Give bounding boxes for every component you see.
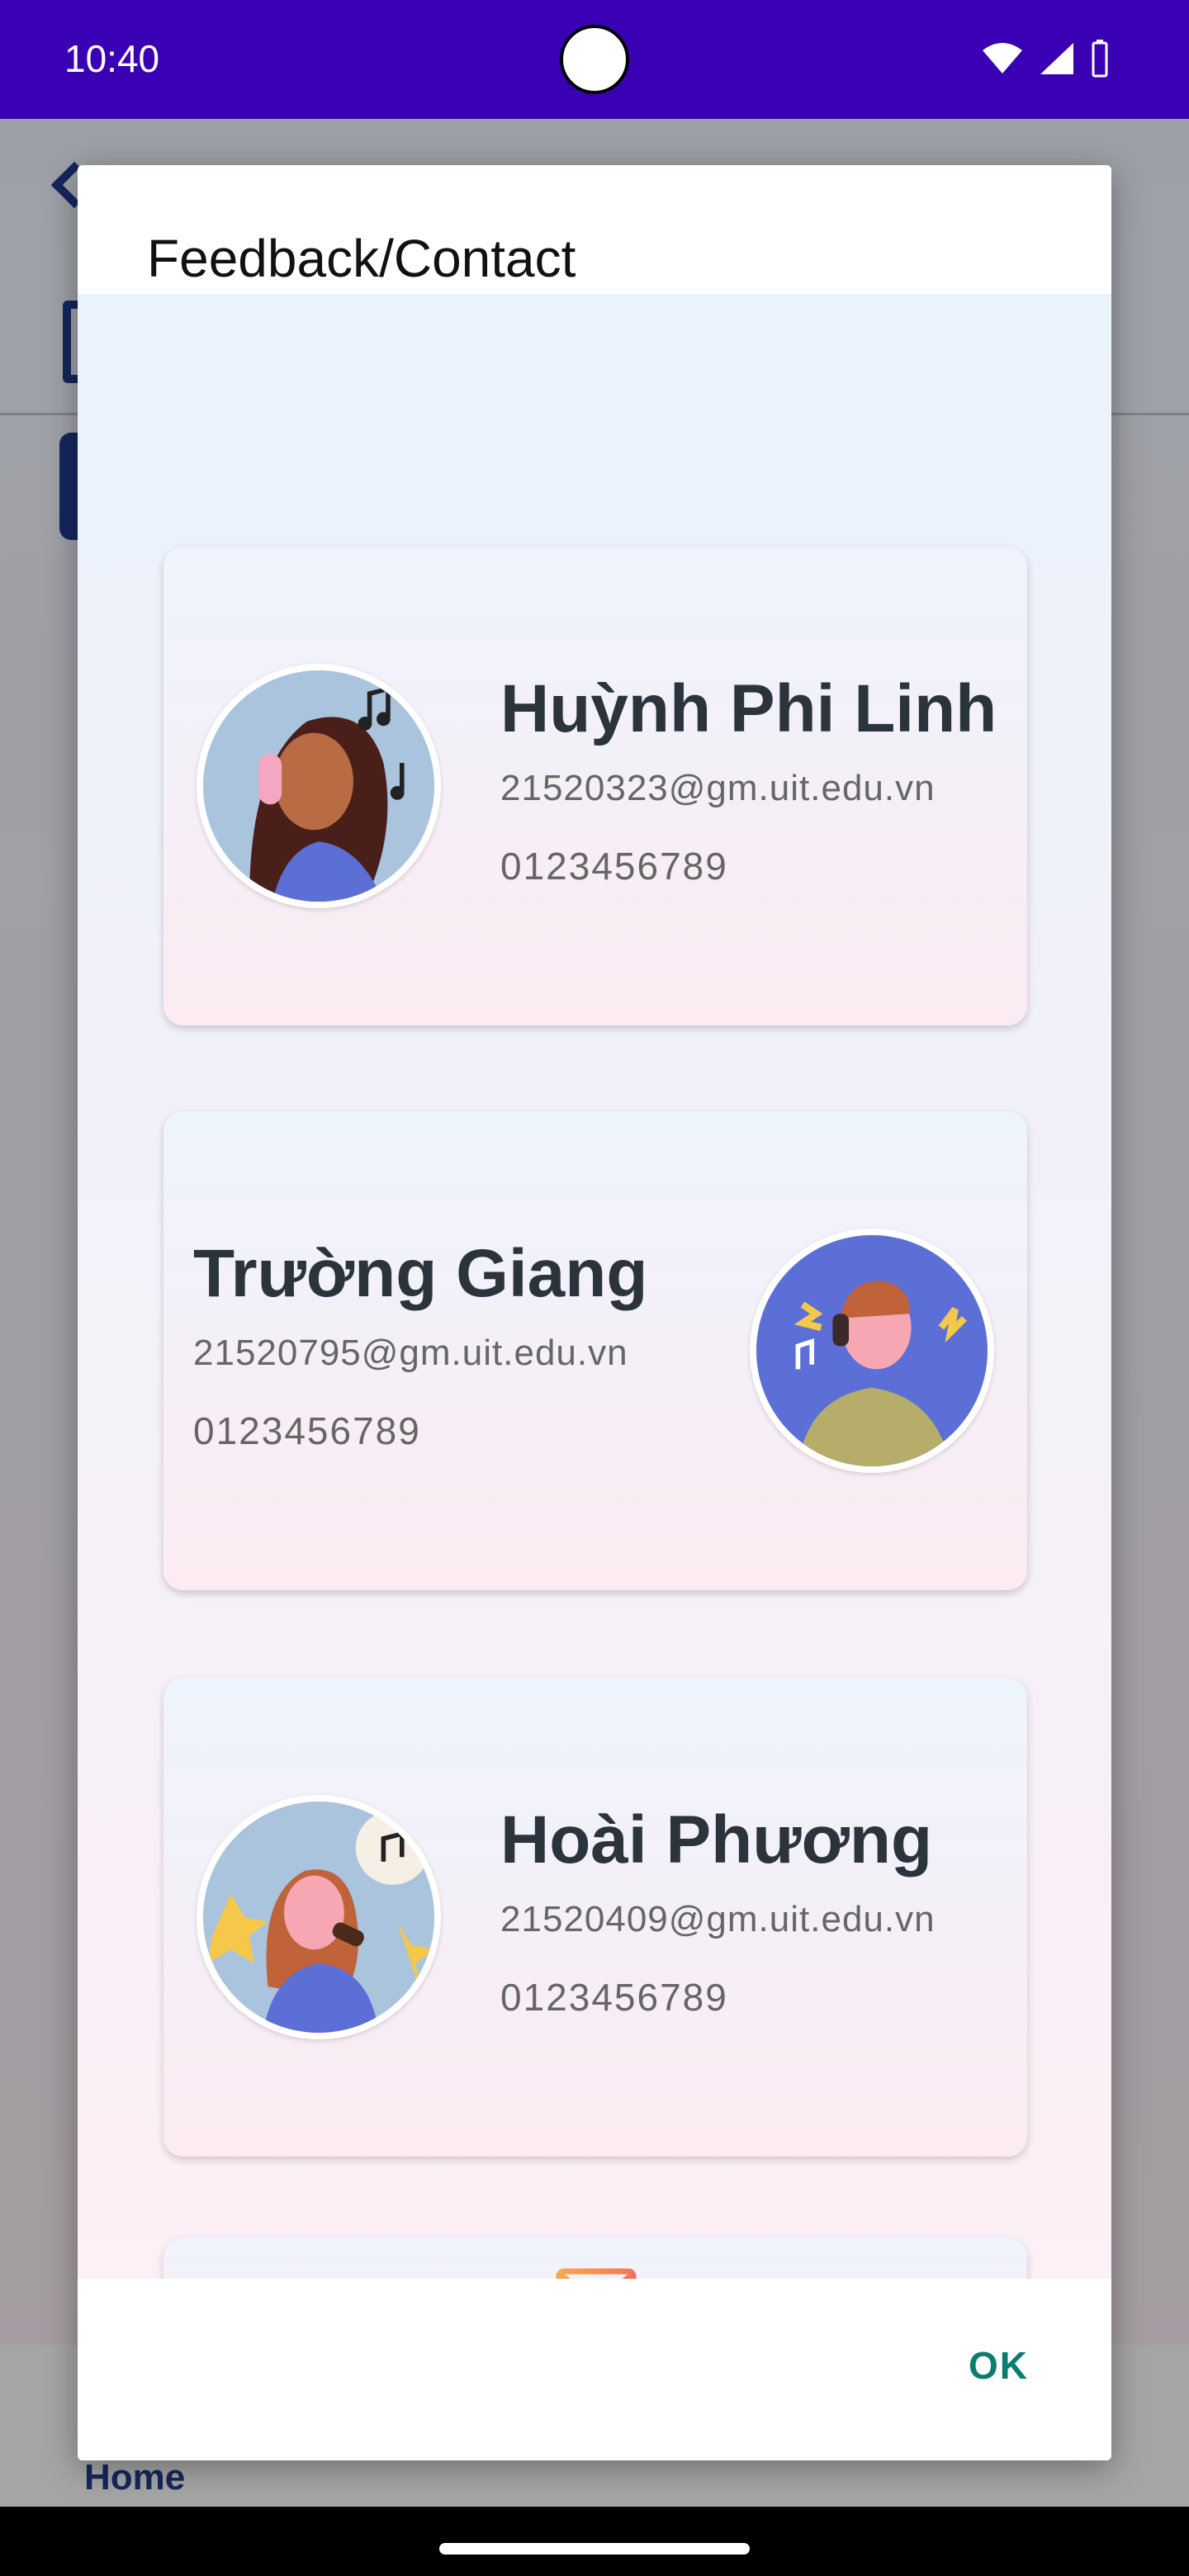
woman-singing-avatar — [197, 1795, 441, 2039]
system-navigation-bar — [0, 2507, 1189, 2576]
man-headphones-avatar — [750, 1229, 994, 1473]
wifi-icon — [983, 43, 1022, 73]
battery-icon — [1092, 40, 1108, 78]
contact-phone[interactable]: 0123456789 — [500, 1975, 936, 2020]
contact-phone[interactable]: 0123456789 — [500, 844, 997, 888]
contact-name: Trường Giang — [193, 1236, 648, 1311]
signal-icon — [1040, 43, 1073, 74]
contact-email[interactable]: 21520323@gm.uit.edu.vn — [500, 768, 997, 809]
dialog-title: Feedback/Contact — [147, 229, 576, 288]
contact-card: Huỳnh Phi Linh 21520323@gm.uit.edu.vn 01… — [163, 547, 1027, 1025]
contact-card: Hoài Phương 21520409@gm.uit.edu.vn 01234… — [163, 1678, 1027, 2157]
status-bar: 10:40 — [0, 0, 1189, 119]
contact-email[interactable]: 21520795@gm.uit.edu.vn — [193, 1333, 647, 1374]
status-icons — [981, 38, 1110, 79]
contact-card: Trường Giang 21520795@gm.uit.edu.vn 0123… — [163, 1111, 1027, 1590]
contact-info: Hoài Phương 21520409@gm.uit.edu.vn 01234… — [500, 1802, 936, 2020]
contact-name: Huỳnh Phi Linh — [500, 671, 997, 746]
camera-cutout — [560, 25, 629, 94]
status-time: 10:40 — [64, 37, 160, 80]
contact-info: Trường Giang 21520795@gm.uit.edu.vn 0123… — [193, 1235, 647, 1453]
dialog-actions: OK — [78, 2279, 1111, 2460]
dialog-content[interactable]: Huỳnh Phi Linh 21520323@gm.uit.edu.vn 01… — [78, 294, 1111, 2358]
contact-phone[interactable]: 0123456789 — [193, 1409, 647, 1453]
ok-button[interactable]: OK — [969, 2343, 1029, 2388]
feedback-dialog: Feedback/Contact Huỳnh Phi Linh 21520323… — [78, 165, 1111, 2460]
woman-headphones-avatar — [197, 664, 441, 908]
home-indicator[interactable] — [439, 2543, 750, 2555]
contact-email[interactable]: 21520409@gm.uit.edu.vn — [500, 1899, 936, 1940]
contact-name: Hoài Phương — [500, 1802, 933, 1878]
contact-info: Huỳnh Phi Linh 21520323@gm.uit.edu.vn 01… — [500, 670, 997, 888]
